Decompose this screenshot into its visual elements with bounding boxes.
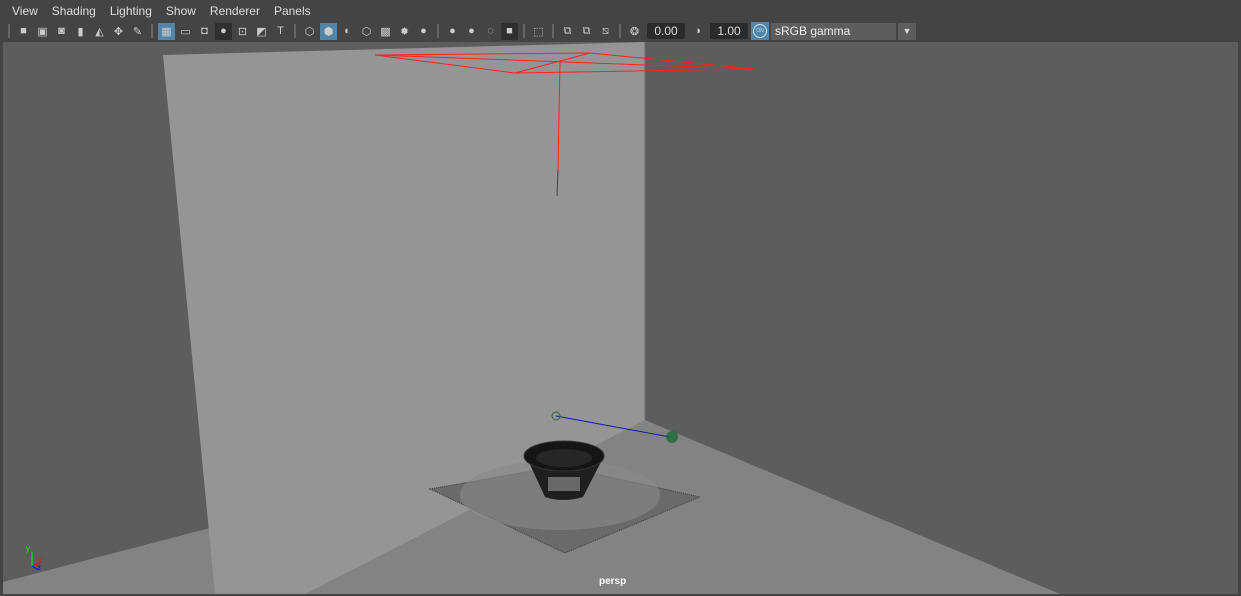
toolbar-separator — [619, 24, 621, 38]
wireframe-on-shaded-icon[interactable]: ⬡ — [358, 23, 375, 40]
toolbar-separator — [552, 24, 554, 38]
toolbar-separator — [294, 24, 296, 38]
grid-icon[interactable]: ▦ — [158, 22, 175, 40]
camera-icon[interactable]: ■ — [15, 23, 32, 40]
xray-active-icon[interactable]: ⧉ — [578, 23, 595, 40]
color-management-toggle[interactable]: ON — [751, 22, 769, 40]
menu-panels[interactable]: Panels — [274, 4, 311, 18]
shadows-icon[interactable]: ● — [415, 23, 432, 40]
color-management-on-icon: ON — [753, 24, 767, 38]
menu-shading[interactable]: Shading — [52, 4, 96, 18]
image-plane-icon[interactable]: ◭ — [91, 23, 108, 40]
toolbar-separator — [8, 24, 10, 38]
scene: y x z — [3, 42, 1060, 594]
menu-lighting[interactable]: Lighting — [110, 4, 152, 18]
safe-title-icon[interactable]: T — [272, 23, 289, 40]
isolate-select-icon[interactable]: ⬚ — [530, 23, 547, 40]
3d-viewport[interactable]: y x z — [3, 42, 1238, 594]
exposure-icon: ❂ — [629, 25, 640, 38]
2d-pan-zoom-icon[interactable]: ✥ — [110, 23, 127, 40]
motion-blur-icon[interactable]: ● — [463, 23, 480, 40]
axis-z-label: z — [37, 563, 41, 572]
gamma-icon: ◑ — [694, 25, 701, 37]
grease-pencil-icon[interactable]: ✎ — [129, 23, 146, 40]
textured-icon[interactable]: ▩ — [377, 23, 394, 40]
color-space-dropdown[interactable]: sRGB gamma — [771, 22, 896, 40]
toolbar-separator — [151, 24, 153, 38]
film-gate-icon[interactable]: ▭ — [177, 23, 194, 40]
menu-show[interactable]: Show — [166, 4, 196, 18]
use-all-lights-icon[interactable]: ✹ — [396, 23, 413, 40]
bookmark-icon[interactable]: ▮ — [72, 23, 89, 40]
axis-y-label: y — [26, 544, 30, 553]
anti-aliasing-icon[interactable]: ◌ — [482, 23, 499, 40]
resolution-gate-icon[interactable]: ◘ — [196, 23, 213, 40]
menu-bar: View Shading Lighting Show Renderer Pane… — [0, 0, 1241, 21]
menu-renderer[interactable]: Renderer — [210, 4, 260, 18]
camera-name-label: persp — [599, 576, 627, 587]
field-chart-icon[interactable]: ⊡ — [234, 23, 251, 40]
toolbar-separator — [523, 24, 525, 38]
panel-toolbar: ■ ▣ ◙ ▮ ◭ ✥ ✎ ▦ ▭ ◘ ● ⊡ ◩ T ⬡ ⬢ ◐ ⬡ ▩ ✹ ● ● ● ◌ ■ ⬚ ⧉ ⧉ ⧅ ❂ 0.00 ◑ 1.00 O… — [0, 21, 1241, 41]
toolbar-separator — [437, 24, 439, 38]
lock-camera-icon[interactable]: ▣ — [34, 23, 51, 40]
screen-space-ao-icon[interactable]: ● — [444, 23, 461, 40]
smooth-shade-icon[interactable]: ⬢ — [320, 22, 337, 40]
exposure-field[interactable]: 0.00 — [647, 23, 685, 39]
camera-attributes-icon[interactable]: ◙ — [53, 23, 70, 40]
depth-of-field-icon[interactable]: ■ — [501, 22, 518, 40]
wireframe-icon[interactable]: ⬡ — [301, 23, 318, 40]
gamma-field[interactable]: 1.00 — [710, 23, 748, 39]
chevron-down-icon[interactable]: ▼ — [898, 22, 916, 40]
safe-action-icon[interactable]: ◩ — [253, 23, 270, 40]
xray-joints-icon[interactable]: ⧅ — [597, 23, 614, 40]
default-material-icon[interactable]: ◐ — [339, 23, 356, 40]
xray-icon[interactable]: ⧉ — [559, 23, 576, 40]
gate-mask-icon[interactable]: ● — [215, 22, 232, 40]
menu-view[interactable]: View — [12, 4, 38, 18]
